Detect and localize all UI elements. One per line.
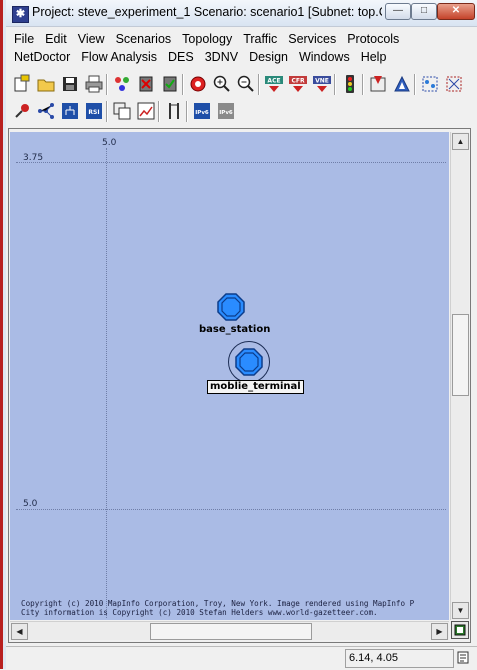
copyright-line-1: Copyright (c) 2010 MapInfo Corporation, … [21,599,415,608]
vertical-scroll-thumb[interactable] [452,314,469,396]
menu-file[interactable]: File [14,30,34,48]
svg-text:ACE: ACE [267,78,280,85]
menu-scenarios[interactable]: Scenarios [116,30,172,48]
grid-line-horizontal-top [16,162,446,163]
view-results-icon[interactable] [392,74,412,94]
map-canvas[interactable]: 5.0 3.75 5.0 base_station moblie_termina… [10,132,449,620]
menu-row-secondary: NetDoctor Flow Analysis DES 3DNV Design Windo… [14,48,397,66]
toolbar-separator [362,74,364,95]
copyright-line-2: City information is Copyright (c) 2010 S… [21,608,378,617]
scroll-right-icon[interactable]: ▶ [431,623,448,640]
mobile-terminal-node-icon[interactable] [234,347,264,377]
status-bar: 6.14, 4.05 [6,646,477,670]
maximize-button[interactable]: □ [411,3,437,20]
menu-bar: File Edit View Scenarios Topology Traffic Serv… [6,27,477,67]
menu-netdoctor[interactable]: NetDoctor [14,48,70,66]
main-toolbar: ACE CFR VNE [8,72,468,98]
object-palette-icon[interactable] [112,74,132,94]
select-links-icon[interactable] [444,74,464,94]
rsi-icon[interactable]: RSI [84,101,104,121]
chart-view-icon[interactable] [136,101,156,121]
menu-design[interactable]: Design [249,48,288,66]
menu-topology[interactable]: Topology [182,30,232,48]
svg-text:CFR: CFR [291,78,305,85]
ipv6-remove-icon[interactable]: IPv6 [216,101,236,121]
document-icon[interactable] [164,101,184,121]
title-bar[interactable]: ✱ Project: steve_experiment_1 Scenario: … [6,0,477,27]
mobile-terminal-label[interactable]: moblie_terminal [207,380,304,394]
traffic-light-icon[interactable] [340,74,360,94]
horizontal-scrollbar[interactable]: ◀ ▶ [10,621,449,640]
open-folder-icon[interactable] [36,74,56,94]
scroll-up-icon[interactable]: ▲ [452,133,469,150]
grid-line-horizontal-bottom [16,509,446,510]
run-simulation-icon[interactable] [368,74,388,94]
base-station-label[interactable]: base_station [199,324,270,335]
zoom-out-icon[interactable] [236,74,256,94]
menu-flow-analysis[interactable]: Flow Analysis [81,48,157,66]
menu-edit[interactable]: Edit [45,30,67,48]
base-station-node-icon[interactable] [216,292,246,322]
cfr-icon[interactable]: CFR [288,74,308,94]
y-axis-top-label: 3.75 [23,153,44,163]
menu-protocols[interactable]: Protocols [347,30,399,48]
topology-graph-icon[interactable] [36,101,56,121]
scroll-down-icon[interactable]: ▼ [452,602,469,619]
ace-icon[interactable]: ACE [264,74,284,94]
menu-help[interactable]: Help [361,48,387,66]
cursor-coordinates: 6.14, 4.05 [345,649,454,668]
map-navigator-icon[interactable] [451,621,469,639]
project-workspace: 5.0 3.75 5.0 base_station moblie_termina… [8,128,471,643]
toolbar-separator [258,74,260,95]
toolbar-separator [186,101,188,122]
vne-icon[interactable]: VNE [312,74,332,94]
zoom-in-icon[interactable] [212,74,232,94]
new-project-icon[interactable] [12,74,32,94]
pin-edit-icon[interactable] [12,101,32,121]
svg-text:RSI: RSI [88,109,99,116]
toolbar-separator [334,74,336,95]
map-copyright: Copyright (c) 2010 MapInfo Corporation, … [21,599,449,617]
network-tree-icon[interactable] [60,101,80,121]
save-icon[interactable] [60,74,80,94]
toolbar-separator [414,74,416,95]
ipv6-config-icon[interactable]: IPv6 [192,101,212,121]
scroll-left-icon[interactable]: ◀ [11,623,28,640]
y-axis-bottom-label: 5.0 [23,499,38,509]
toolbar-separator [158,101,160,122]
toolbar-separator [106,101,108,122]
app-logo-icon: ✱ [12,6,29,23]
svg-text:IPv6: IPv6 [219,110,233,116]
message-log-icon[interactable] [456,650,470,665]
select-nodes-icon[interactable] [420,74,440,94]
configure-icon[interactable] [188,74,208,94]
grid-line-vertical [106,148,107,618]
print-icon[interactable] [84,74,104,94]
menu-row-primary: File Edit View Scenarios Topology Traffic Serv… [14,30,410,48]
secondary-toolbar: RSI IPv6 IPv6 [8,99,248,125]
horizontal-scroll-thumb[interactable] [150,623,312,640]
toolbar-separator [182,74,184,95]
x-axis-label: 5.0 [102,138,117,148]
menu-view[interactable]: View [78,30,105,48]
failure-node-icon[interactable] [136,74,156,94]
close-button[interactable]: ✕ [437,3,475,20]
menu-services[interactable]: Services [288,30,336,48]
svg-text:IPv6: IPv6 [195,110,209,116]
window-frame-inner [3,0,6,669]
menu-3dnv[interactable]: 3DNV [205,48,238,66]
menu-traffic[interactable]: Traffic [243,30,277,48]
svg-text:VNE: VNE [315,78,329,85]
recover-node-icon[interactable] [160,74,180,94]
copy-window-icon[interactable] [112,101,132,121]
menu-des[interactable]: DES [168,48,194,66]
minimize-button[interactable]: — [385,3,411,20]
menu-windows[interactable]: Windows [299,48,350,66]
window-title: Project: steve_experiment_1 Scenario: sc… [32,5,382,19]
vertical-scrollbar[interactable]: ▲ ▼ [450,132,469,620]
toolbar-separator [106,74,108,95]
